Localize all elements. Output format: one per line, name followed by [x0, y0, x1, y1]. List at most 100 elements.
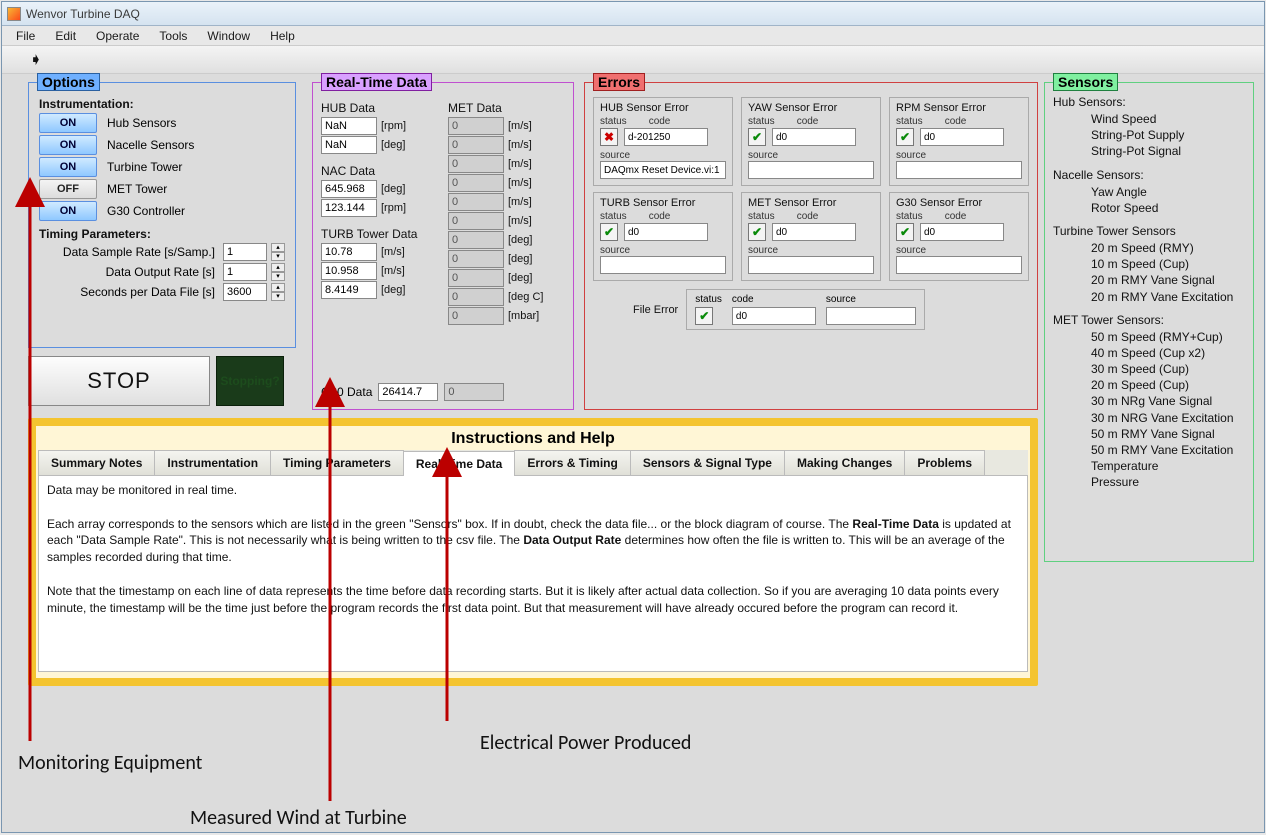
help-tab[interactable]: Sensors & Signal Type: [630, 450, 785, 475]
toggle-turbine-tower[interactable]: ON: [39, 157, 97, 177]
toggle-g30[interactable]: ON: [39, 201, 97, 221]
sensor-item: String-Pot Signal: [1091, 143, 1245, 159]
help-tab[interactable]: Making Changes: [784, 450, 905, 475]
timing-output-rate-label: Data Output Rate [s]: [39, 265, 219, 279]
help-p2: Each array corresponds to the sensors wh…: [47, 516, 1019, 566]
help-tab[interactable]: Instrumentation: [154, 450, 271, 475]
callout-wind: Measured Wind at Turbine: [190, 806, 407, 830]
met-v3: 0: [448, 174, 504, 192]
sensor-group-header: Nacelle Sensors:: [1053, 168, 1245, 182]
error-source: DAQmx Reset Device.vi:1: [600, 161, 726, 179]
timing-seconds-file-input[interactable]: [223, 283, 267, 301]
sensor-item: 50 m RMY Vane Excitation: [1091, 442, 1245, 458]
turb-v2: 10.958: [321, 262, 377, 280]
error-block: RPM Sensor Errorstatuscode✔d0source: [889, 97, 1029, 186]
status-led-icon: ✔: [600, 223, 618, 241]
sensors-panel: Sensors Hub Sensors:Wind SpeedString-Pot…: [1044, 82, 1254, 562]
help-p1: Data may be monitored in real time.: [47, 482, 1019, 499]
help-panel: Instructions and Help Summary NotesInstr…: [28, 418, 1038, 686]
help-p3: Note that the timestamp on each line of …: [47, 583, 1019, 617]
sensor-group: Nacelle Sensors: Yaw AngleRotor Speed: [1053, 168, 1245, 216]
unit-label: [deg]: [381, 183, 405, 195]
sensor-item: 30 m Speed (Cup): [1091, 361, 1245, 377]
errors-panel: Errors HUB Sensor Errorstatuscode✖d-2012…: [584, 82, 1038, 410]
app-window: Wenvor Turbine DAQ File Edit Operate Too…: [1, 1, 1265, 833]
met-v0: 0: [448, 117, 504, 135]
error-name: TURB Sensor Error: [600, 197, 726, 209]
toggle-met-tower[interactable]: OFF: [39, 179, 97, 199]
help-tabs: Summary NotesInstrumentationTiming Param…: [38, 450, 1028, 476]
unit-label: [m/s]: [508, 120, 532, 132]
error-code: d0: [624, 223, 708, 241]
unit-label: [rpm]: [381, 202, 406, 214]
menu-operate[interactable]: Operate: [86, 27, 149, 45]
unit-label: [m/s]: [508, 158, 532, 170]
sensor-item: 20 m RMY Vane Signal: [1091, 272, 1245, 288]
unit-label: [m/s]: [508, 139, 532, 151]
status-led-icon: ✔: [748, 223, 766, 241]
file-error-code: d0: [732, 307, 816, 325]
turb-v1: 10.78: [321, 243, 377, 261]
spinner-icon[interactable]: ▴▾: [271, 243, 285, 261]
turb-data-label: TURB Tower Data: [321, 227, 441, 241]
menu-help[interactable]: Help: [260, 27, 305, 45]
toggle-hub-sensors[interactable]: ON: [39, 113, 97, 133]
menu-bar: File Edit Operate Tools Window Help: [2, 26, 1264, 46]
sensor-item: Yaw Angle: [1091, 184, 1245, 200]
callout-power: Electrical Power Produced: [480, 731, 691, 755]
met-v4: 0: [448, 193, 504, 211]
help-title: Instructions and Help: [36, 426, 1030, 450]
sensor-item: 30 m NRg Vane Signal: [1091, 393, 1245, 409]
spinner-icon[interactable]: ▴▾: [271, 283, 285, 301]
help-tab[interactable]: Timing Parameters: [270, 450, 404, 475]
spinner-icon[interactable]: ▴▾: [271, 263, 285, 281]
help-tab[interactable]: Summary Notes: [38, 450, 155, 475]
sensor-item: 50 m RMY Vane Signal: [1091, 426, 1245, 442]
menu-window[interactable]: Window: [197, 27, 260, 45]
error-name: YAW Sensor Error: [748, 102, 874, 114]
menu-edit[interactable]: Edit: [45, 27, 86, 45]
sensor-item: 50 m Speed (RMY+Cup): [1091, 329, 1245, 345]
stop-button[interactable]: STOP: [28, 356, 210, 406]
nac-rpm-value: 123.144: [321, 199, 377, 217]
help-tab[interactable]: Problems: [904, 450, 985, 475]
options-panel: Options Instrumentation: ONHub Sensors O…: [28, 82, 296, 348]
unit-label: [rpm]: [381, 120, 406, 132]
hub-data-label: HUB Data: [321, 101, 441, 115]
error-source: [896, 161, 1022, 179]
g30-label: G30 Data: [321, 385, 372, 399]
timing-sample-rate-input[interactable]: [223, 243, 267, 261]
file-error-source: [826, 307, 916, 325]
error-code: d0: [920, 128, 1004, 146]
error-block: YAW Sensor Errorstatuscode✔d0source: [741, 97, 881, 186]
met-v10: 0: [448, 307, 504, 325]
error-source: [748, 256, 874, 274]
timing-output-rate-input[interactable]: [223, 263, 267, 281]
unit-label: [deg]: [381, 139, 405, 151]
help-tab[interactable]: Errors & Timing: [514, 450, 630, 475]
g30-value-b: 0: [444, 383, 504, 401]
status-led-icon: ✔: [748, 128, 766, 146]
sensor-item: Pressure: [1091, 474, 1245, 490]
timing-seconds-file-label: Seconds per Data File [s]: [39, 285, 219, 299]
file-error-label: File Error: [633, 304, 678, 316]
file-error-block: status ✔ code d0 source: [686, 289, 925, 330]
error-block: G30 Sensor Errorstatuscode✔d0source: [889, 192, 1029, 281]
app-icon: [7, 7, 21, 21]
unit-label: [m/s]: [381, 246, 405, 258]
toggle-met-label: MET Tower: [107, 182, 167, 196]
toggle-nacelle-sensors[interactable]: ON: [39, 135, 97, 155]
sensor-item: 40 m Speed (Cup x2): [1091, 345, 1245, 361]
unit-label: [m/s]: [381, 265, 405, 277]
menu-tools[interactable]: Tools: [149, 27, 197, 45]
callout-monitoring: Monitoring Equipment: [18, 751, 202, 775]
help-tab[interactable]: Real-Time Data: [403, 451, 515, 476]
menu-file[interactable]: File: [6, 27, 45, 45]
unit-label: [m/s]: [508, 177, 532, 189]
instrumentation-label: Instrumentation:: [39, 97, 285, 111]
timing-sample-rate-label: Data Sample Rate [s/Samp.]: [39, 245, 219, 259]
sensor-item: Rotor Speed: [1091, 200, 1245, 216]
options-title: Options: [37, 73, 100, 91]
error-block: TURB Sensor Errorstatuscode✔d0source: [593, 192, 733, 281]
run-arrow-icon[interactable]: ➧: [30, 51, 42, 68]
